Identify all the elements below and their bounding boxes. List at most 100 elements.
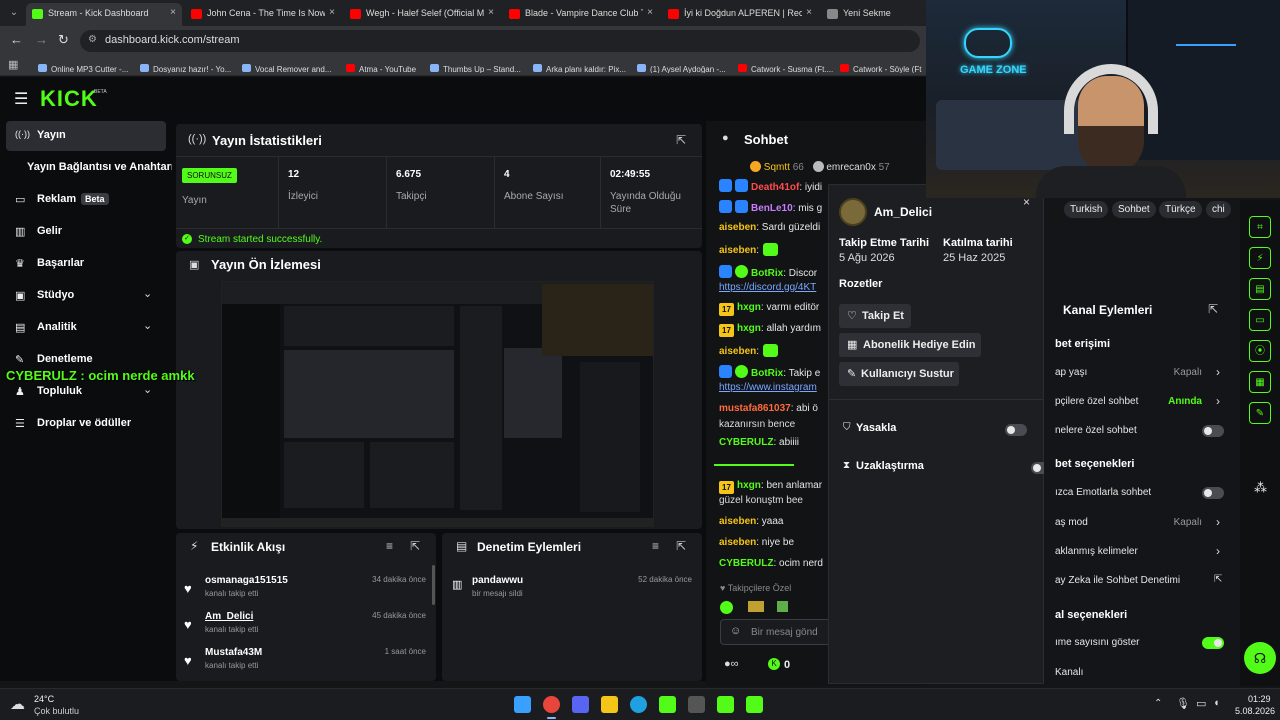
browser-tab[interactable]: Stream - Kick Dashboard × [26, 3, 182, 26]
bookmark-item[interactable]: Vocal Remover and... [242, 59, 342, 73]
sidebar-item[interactable]: ♛ Başarılar [6, 249, 166, 279]
bookmark-item[interactable]: (1) Aysel Aydoğan -... [637, 59, 734, 73]
discord-icon[interactable] [572, 696, 589, 713]
layout-icon[interactable]: ▦ [1249, 371, 1271, 393]
emote-icon[interactable] [748, 601, 765, 612]
activity-username[interactable]: osmanaga151515 [205, 575, 288, 586]
channel-action-row[interactable]: ızca Emotlarla sohbet [1044, 486, 1234, 502]
browser-tab[interactable]: Wegh - Halef Selef (Official Mu × [344, 3, 500, 26]
chat-username[interactable]: BenLe10 [751, 203, 793, 214]
site-info-icon[interactable]: ⚙ [88, 34, 97, 45]
browser-tab[interactable]: John Cena - The Time Is Now (E × [185, 3, 341, 26]
chat-username[interactable]: aiseben [719, 222, 756, 233]
game-app-icon[interactable] [717, 696, 734, 713]
avatar[interactable] [839, 198, 867, 226]
chat-username[interactable]: aiseben [719, 346, 756, 357]
screen-icon[interactable]: ⌗ [1249, 216, 1271, 238]
moderator-name[interactable]: pandawwu [472, 575, 523, 586]
sidebar-item[interactable]: Yayın Bağlantısı ve Anahtarı [6, 153, 174, 183]
channel-action-row[interactable]: nelere özel sohbet [1044, 424, 1234, 440]
emote-icon[interactable] [720, 601, 733, 614]
bookmark-item[interactable]: Catwork - Susma (Ft.... [738, 59, 836, 73]
kick-logo[interactable]: KICK [40, 86, 98, 112]
obs-icon[interactable] [746, 696, 763, 713]
bookmark-item[interactable]: Online MP3 Cutter -... [38, 59, 136, 73]
sidebar-item[interactable]: ▣ Stüdyo ⌄ [6, 281, 166, 311]
reload-icon[interactable]: ↻ [58, 32, 69, 48]
activity-row[interactable]: ♥ Am_Delici kanalı takip etti 45 dakika önc… [184, 611, 428, 641]
activity-username[interactable]: Am_Delici [205, 611, 253, 622]
clock-date[interactable]: 5.08.2026 [1235, 706, 1275, 716]
gifter-name[interactable]: Sqmtt [764, 162, 790, 173]
hamburger-menu-icon[interactable]: ☰ [14, 89, 28, 109]
chat-username[interactable]: mustafa861037 [719, 403, 791, 414]
support-chat-icon[interactable]: ☊ [1244, 642, 1276, 674]
kick-points-icon[interactable]: K [768, 658, 780, 670]
chat-username[interactable]: CYBERULZ [719, 558, 773, 569]
file-explorer-icon[interactable] [601, 696, 618, 713]
popout-icon[interactable]: ⇱ [676, 539, 686, 553]
channel-action-row[interactable]: ap yaşı Kapalı › [1044, 365, 1234, 382]
kick-app-icon[interactable] [659, 696, 676, 713]
bookmark-item[interactable]: Dosyanız hazır! - Yo... [140, 59, 238, 73]
gift-sub-button[interactable]: ▦ Abonelik Hediye Edin [839, 333, 981, 357]
mute-user-button[interactable]: ✎ Kullanıcıyı Sustur [839, 362, 959, 386]
tag-chip[interactable]: Turkish [1064, 201, 1109, 218]
tray-chevron-icon[interactable]: ⌃ [1154, 698, 1162, 709]
broadcast-icon[interactable]: ⦿ [1249, 340, 1271, 362]
channel-action-row[interactable]: pçilere özel sohbet Anında › [1044, 394, 1234, 411]
channel-action-row[interactable]: aklanmış kelimeler › [1044, 544, 1234, 561]
chat-icon[interactable]: ▭ [1249, 309, 1271, 331]
emoji-icon[interactable]: ☺ [730, 625, 741, 637]
close-tab-icon[interactable]: × [806, 7, 812, 18]
bookmark-item[interactable]: Atma - YouTube [346, 59, 426, 73]
chat-username[interactable]: hxgn [737, 480, 761, 491]
chat-username[interactable]: BotRix [751, 268, 783, 279]
channel-action-row[interactable]: aş mod Kapalı › [1044, 515, 1234, 532]
sidebar-item[interactable]: ▤ Analitik ⌄ [6, 313, 166, 343]
filter-icon[interactable]: ≡ [652, 539, 659, 553]
mic-icon[interactable]: 🎙︎ [1176, 697, 1190, 710]
sidebar-item[interactable]: ▥ Gelir [6, 217, 166, 247]
volume-icon[interactable]: ◖ [1213, 697, 1220, 709]
sidebar-item[interactable]: ☰ Droplar ve ödüller [6, 409, 166, 439]
address-bar[interactable]: ⚙ dashboard.kick.com/stream [80, 30, 920, 52]
back-icon[interactable]: ← [10, 32, 23, 47]
user-card-username[interactable]: Am_Delici [874, 205, 932, 219]
chat-username[interactable]: hxgn [737, 302, 761, 313]
sidebar-item[interactable]: ▭ Reklam Beta [6, 185, 166, 215]
tag-chip[interactable]: Sohbet [1112, 201, 1156, 218]
close-tab-icon[interactable]: × [329, 7, 335, 18]
chat-username[interactable]: CYBERULZ [719, 437, 773, 448]
chrome-icon[interactable] [543, 696, 560, 713]
channel-action-row[interactable]: Kanalı [1044, 666, 1234, 682]
windows-start-icon[interactable] [514, 696, 531, 713]
tag-chip[interactable]: Türkçe [1159, 201, 1202, 218]
chat-username[interactable]: hxgn [737, 323, 761, 334]
bookmark-item[interactable]: Catwork - Söyle (Ft.... [840, 59, 922, 73]
close-tab-icon[interactable]: × [488, 7, 494, 18]
share-icon[interactable]: ⁂ [1254, 480, 1267, 496]
weather-icon[interactable]: ☁ [10, 695, 25, 713]
popout-icon[interactable]: ⇱ [410, 539, 420, 553]
scrollbar[interactable] [432, 565, 435, 605]
activity-username[interactable]: Mustafa43M [205, 647, 262, 658]
bookmark-item[interactable]: Thumbs Up – Stand... [430, 59, 529, 73]
forward-icon[interactable]: → [35, 32, 48, 47]
tab-list-button[interactable]: ⌄ [6, 5, 22, 21]
display-icon[interactable]: ▭ [1196, 697, 1206, 710]
close-tab-icon[interactable]: × [170, 7, 176, 18]
activity-row[interactable]: ♥ Mustafa43M kanalı takip etti 1 saat önce [184, 647, 428, 677]
browser-tab[interactable]: İyi ki Doğdun ALPEREN | Recep × [662, 3, 818, 26]
gifter-name[interactable]: emrecan0x [826, 162, 875, 173]
popout-icon[interactable]: ⇱ [676, 133, 686, 147]
moderation-row[interactable]: ▥ pandawwu bir mesajı sildi 52 dakika önce [452, 575, 694, 605]
channel-action-row[interactable]: ay Zeka ile Sohbet Denetimi ⇱ [1044, 574, 1234, 590]
channel-action-toggle[interactable] [1202, 425, 1224, 437]
infinity-icon[interactable]: ●∞ [724, 658, 739, 670]
tag-chip[interactable]: chi [1206, 201, 1231, 218]
clock-time[interactable]: 01:29 [1248, 694, 1271, 704]
popout-icon[interactable]: ⇱ [1208, 302, 1218, 316]
document-icon[interactable]: ▤ [1249, 278, 1271, 300]
sidebar-item[interactable]: ((·)) Yayın [6, 121, 166, 151]
